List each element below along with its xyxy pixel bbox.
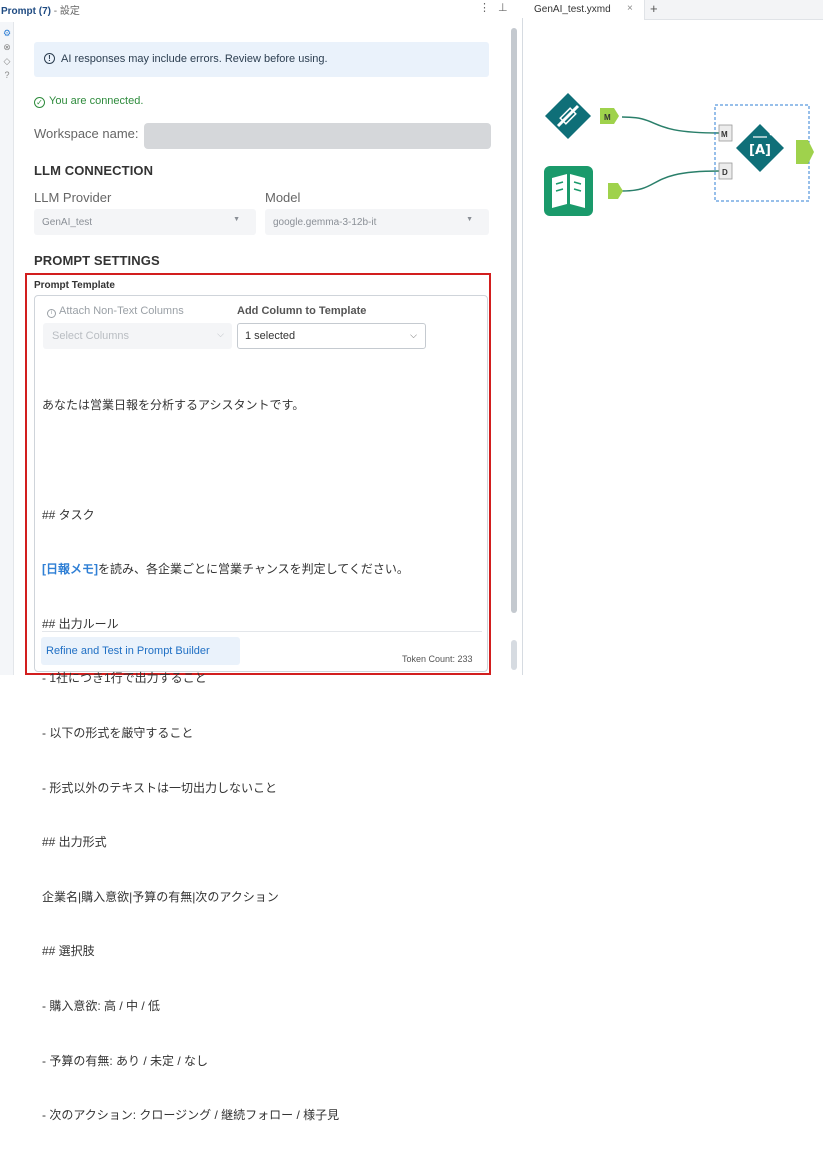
prompt-line: ## タスク — [42, 507, 95, 522]
prompt-line: - 形式以外のテキストは一切出力しないこと — [42, 780, 277, 795]
anchor-m-label: M — [604, 113, 611, 122]
side-rail: ⚙ ⊗ ◇ ? — [0, 22, 14, 675]
chevron-down-icon: ⌵ — [410, 330, 417, 340]
connection-status-text: You are connected. — [49, 95, 144, 107]
prompt-line: - 1社につき1行で出力すること — [42, 671, 207, 686]
prompt-line: [日報メモ]を読み、各企業ごとに営業チャンスを判定してください。 — [42, 560, 482, 578]
prompt-line: あなたは営業日報を分析するアシスタントです。 — [42, 398, 305, 413]
config-panel: Prompt (7) - 設定 ⋮ ⊥ ⚙ ⊗ ◇ ? ! AI respons… — [0, 0, 523, 1122]
output-anchor-prompt[interactable] — [796, 140, 814, 164]
panel-header: Prompt (7) - 設定 ⋮ ⊥ — [0, 0, 523, 18]
panel-title: Prompt (7) - 設定 — [1, 6, 80, 17]
token-count: Token Count: 233 — [402, 654, 473, 664]
chevron-down-icon: ▼ — [466, 216, 473, 223]
connection-status: ✓ You are connected. — [34, 95, 143, 108]
info-icon: i — [47, 309, 56, 318]
prompt-line — [42, 451, 482, 469]
add-column-label: Add Column to Template — [237, 305, 367, 317]
select-columns-placeholder: Select Columns — [52, 330, 130, 342]
workflow-canvas[interactable]: M M D [A] — [524, 21, 823, 675]
ai-disclaimer-text: AI responses may include errors. Review … — [61, 53, 328, 65]
pin-icon[interactable]: ⊥ — [498, 1, 508, 14]
add-column-value: 1 selected — [245, 330, 296, 342]
attach-label-text: Attach Non-Text Columns — [59, 305, 184, 317]
prompt-template-editor[interactable]: あなたは営業日報を分析するアシスタントです。 ## タスク [日報メモ]を読み、… — [42, 360, 482, 1161]
svg-text:[A]: [A] — [749, 143, 771, 158]
llm-provider-select[interactable]: GenAI_test ▼ — [34, 209, 256, 235]
prompt-settings-heading: PROMPT SETTINGS — [34, 253, 160, 268]
tab-genai-test[interactable]: GenAI_test.yxmd × — [524, 0, 645, 20]
close-tab-icon[interactable]: × — [627, 3, 633, 14]
select-columns-dropdown[interactable]: Select Columns ⌵ — [43, 323, 232, 349]
more-menu-icon[interactable]: ⋮ — [479, 1, 490, 14]
model-label: Model — [265, 190, 301, 205]
prompt-template-label: Prompt Template — [34, 280, 115, 291]
refine-prompt-builder-button[interactable]: Refine and Test in Prompt Builder — [41, 637, 240, 665]
tag-icon[interactable]: ◇ — [2, 56, 12, 66]
text-input-tool-icon[interactable] — [544, 166, 593, 216]
connection-wire-2 — [621, 170, 720, 192]
column-variable-token[interactable]: [日報メモ] — [42, 562, 98, 576]
prompt-tool-icon[interactable]: [A] — [736, 124, 784, 172]
prompt-line: - 次のアクション: クロージング / 継続フォロー / 様子見 — [42, 1108, 340, 1123]
ai-disclaimer-banner: ! AI responses may include errors. Revie… — [34, 42, 489, 77]
prompt-line: - 購入意欲: 高 / 中 / 低 — [42, 998, 161, 1013]
output-anchor-m[interactable]: M — [600, 108, 619, 124]
add-tab-icon[interactable]: + — [650, 1, 658, 16]
input-anchor-m[interactable]: M — [718, 124, 733, 142]
prompt-line: 企業名|購入意欲|予算の有無|次のアクション — [42, 889, 279, 904]
output-anchor-book[interactable] — [608, 183, 623, 199]
prompt-line: - 予算の有無: あり / 未定 / なし — [42, 1053, 209, 1068]
prompt-line: - 以下の形式を厳守すること — [42, 725, 194, 740]
check-circle-icon: ✓ — [34, 97, 45, 108]
document-tabbar: GenAI_test.yxmd × — [524, 0, 823, 20]
divider — [42, 631, 482, 632]
llm-connection-heading: LLM CONNECTION — [34, 163, 154, 178]
connection-wire-1 — [621, 116, 720, 134]
model-select[interactable]: google.gemma-3-12b-it ▼ — [265, 209, 489, 235]
prompt-line: ## 出力形式 — [42, 835, 107, 850]
prompt-line-text: を読み、各企業ごとに営業チャンスを判定してください。 — [98, 562, 409, 577]
llm-provider-label: LLM Provider — [34, 190, 112, 205]
settings-gear-icon[interactable]: ⚙ — [2, 28, 12, 38]
input-connector-tool-icon[interactable] — [545, 93, 591, 139]
workflow-svg: M M D [A] — [544, 93, 814, 216]
disable-icon[interactable]: ⊗ — [2, 42, 12, 52]
chevron-down-icon: ⌵ — [217, 329, 224, 339]
help-icon[interactable]: ? — [2, 70, 12, 80]
info-icon: ! — [44, 53, 55, 64]
refine-button-label: Refine and Test in Prompt Builder — [46, 645, 210, 657]
input-anchor-d[interactable]: D — [718, 162, 733, 180]
scrollbar-thumb[interactable] — [511, 28, 517, 613]
prompt-line: ## 選択肢 — [42, 944, 95, 959]
chevron-down-icon: ▼ — [233, 216, 240, 223]
add-column-dropdown[interactable]: 1 selected ⌵ — [237, 323, 426, 349]
anchor-m-input-label: M — [721, 130, 728, 139]
scrollbar-lower-track — [511, 640, 517, 670]
llm-provider-value: GenAI_test — [42, 217, 93, 228]
workspace-name-input[interactable] — [144, 123, 491, 149]
model-value: google.gemma-3-12b-it — [273, 217, 377, 228]
attach-non-text-columns-label: i Attach Non-Text Columns — [47, 305, 184, 318]
workspace-name-label: Workspace name: — [34, 126, 139, 141]
tab-label: GenAI_test.yxmd — [534, 4, 611, 15]
anchor-d-input-label: D — [722, 168, 728, 177]
